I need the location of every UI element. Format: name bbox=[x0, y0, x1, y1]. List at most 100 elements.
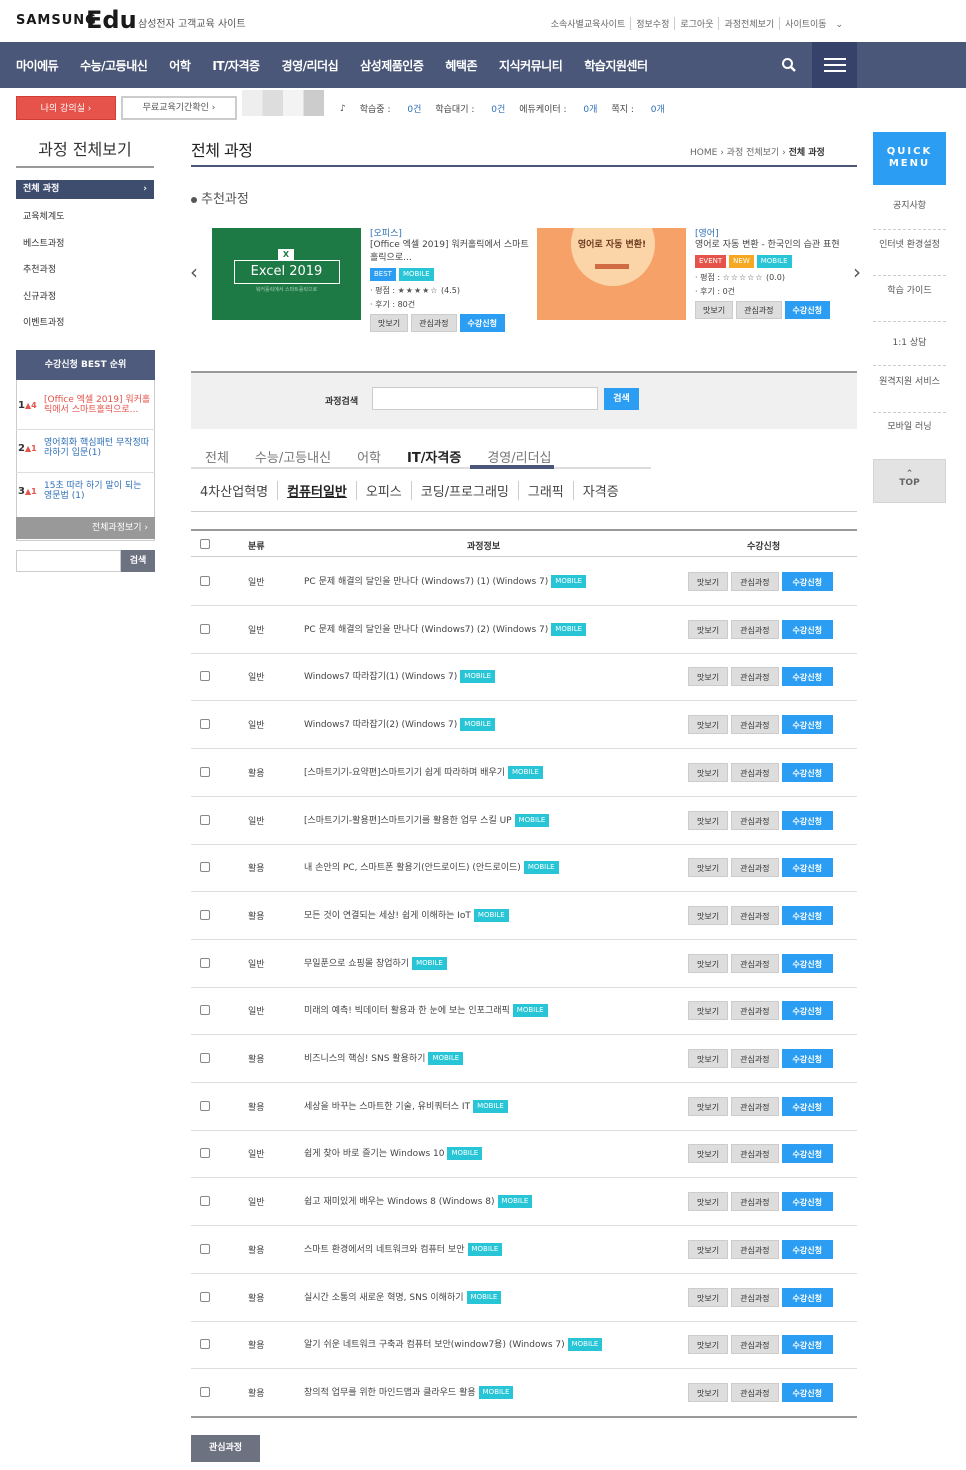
breadcrumb-home[interactable]: HOME bbox=[690, 148, 717, 158]
row-checkbox[interactable] bbox=[200, 671, 210, 682]
apply-button[interactable]: 수강신청 bbox=[781, 810, 833, 830]
gnb-sat[interactable]: 수능/고등내신 bbox=[80, 57, 148, 74]
util-link-site-move[interactable]: 사이트이동 ⌄ bbox=[779, 17, 848, 30]
row-course-title[interactable]: 무일푼으로 쇼핑몰 창업하기 MOBILE bbox=[304, 956, 450, 970]
wishlist-button[interactable]: 관심과정 bbox=[731, 1049, 779, 1068]
row-course-title[interactable]: Windows7 따라잡기(1) (Windows 7) MOBILE bbox=[304, 669, 498, 684]
row-checkbox[interactable] bbox=[200, 814, 210, 825]
apply-button[interactable]: 수강신청 bbox=[781, 953, 833, 973]
quick-env[interactable]: 인터넷 환경설정 bbox=[873, 240, 946, 276]
preview-button[interactable]: 맛보기 bbox=[688, 1049, 729, 1068]
row-checkbox[interactable] bbox=[200, 957, 210, 968]
course-thumbnail-excel[interactable]: X Excel 2019 워커홀릭에서 스마트홀릭으로 bbox=[212, 228, 361, 320]
lnb-item-all-courses[interactable]: 전체 과정 › bbox=[16, 180, 154, 199]
apply-button[interactable]: 수강신청 bbox=[781, 1335, 833, 1355]
quick-remote[interactable]: 원격지원 서비스 bbox=[873, 377, 946, 413]
gnb-community[interactable]: 지식커뮤니티 bbox=[499, 57, 563, 74]
quick-guide[interactable]: 학습 가이드 bbox=[873, 286, 946, 322]
tab-language[interactable]: 어학 bbox=[357, 447, 381, 466]
quick-consult[interactable]: 1:1 상담 bbox=[873, 338, 946, 366]
preview-button[interactable]: 맛보기 bbox=[688, 1001, 729, 1021]
count-studying[interactable]: 학습중 : 0건 bbox=[360, 102, 422, 115]
hamburger-icon[interactable] bbox=[812, 42, 857, 88]
row-checkbox[interactable] bbox=[200, 1148, 210, 1159]
gnb-support[interactable]: 학습지원센터 bbox=[584, 57, 648, 74]
preview-button[interactable]: 맛보기 bbox=[688, 762, 729, 782]
subtab-graphic[interactable]: 그래픽 bbox=[517, 481, 573, 500]
row-course-title[interactable]: Windows7 따라잡기(2) (Windows 7) MOBILE bbox=[304, 717, 498, 732]
tab-sat[interactable]: 수능/고등내신 bbox=[255, 447, 331, 466]
edu-logo[interactable]: Edu bbox=[86, 6, 137, 34]
preview-button[interactable]: 맛보기 bbox=[688, 1382, 729, 1402]
quick-notice[interactable]: 공지사항 bbox=[873, 201, 946, 230]
search-icon[interactable] bbox=[768, 42, 810, 88]
util-link-affiliate[interactable]: 소속사별교육사이트 bbox=[546, 17, 631, 30]
subtab-computer[interactable]: 컴퓨터일반 bbox=[277, 481, 356, 500]
wishlist-button[interactable]: 관심과정 bbox=[731, 619, 779, 639]
preview-button[interactable]: 맛보기 bbox=[695, 301, 734, 319]
add-wishlist-button[interactable]: 관심과정 bbox=[191, 1435, 260, 1462]
wishlist-button[interactable]: 관심과정 bbox=[731, 1001, 779, 1021]
apply-button[interactable]: 수강신청 bbox=[781, 1049, 833, 1068]
subtab-coding[interactable]: 코딩/프로그래밍 bbox=[410, 481, 518, 500]
apply-button[interactable]: 수강신청 bbox=[781, 762, 833, 782]
samsung-logo[interactable]: SAMSUNG bbox=[16, 13, 97, 28]
preview-button[interactable]: 맛보기 bbox=[688, 810, 729, 830]
select-all-checkbox[interactable] bbox=[200, 539, 210, 549]
apply-button[interactable]: 수강신청 bbox=[781, 572, 833, 591]
preview-button[interactable]: 맛보기 bbox=[688, 572, 729, 591]
util-link-logout[interactable]: 로그아웃 bbox=[674, 17, 718, 30]
apply-button[interactable]: 수강신청 bbox=[781, 667, 833, 687]
course-search-input[interactable] bbox=[372, 387, 598, 410]
breadcrumb-all[interactable]: 과정 전체보기 bbox=[727, 148, 780, 158]
preview-button[interactable]: 맛보기 bbox=[688, 1144, 729, 1164]
row-course-title[interactable]: 창의적 업무를 위한 마인드맵과 클라우드 활용 MOBILE bbox=[304, 1385, 516, 1399]
apply-button[interactable]: 수강신청 bbox=[781, 858, 833, 878]
count-message[interactable]: 쪽지 : 0개 bbox=[611, 102, 664, 115]
util-link-all-courses[interactable]: 과정전체보기 bbox=[718, 17, 779, 30]
wishlist-button[interactable]: 관심과정 bbox=[731, 905, 779, 925]
tab-it[interactable]: IT/자격증 bbox=[407, 447, 461, 466]
count-educator[interactable]: 에듀케이터 : 0개 bbox=[519, 102, 597, 115]
course-thumbnail-english[interactable]: 영어로 자동 변환! bbox=[537, 228, 686, 320]
row-checkbox[interactable] bbox=[200, 576, 210, 586]
apply-button[interactable]: 수강신청 bbox=[781, 1144, 833, 1164]
apply-button[interactable]: 수강신청 bbox=[781, 619, 833, 639]
preview-button[interactable]: 맛보기 bbox=[688, 858, 729, 878]
top-button[interactable]: ⌃ TOP bbox=[873, 459, 946, 503]
row-checkbox[interactable] bbox=[200, 766, 210, 777]
wishlist-button[interactable]: 관심과정 bbox=[411, 314, 457, 332]
row-checkbox[interactable] bbox=[200, 1100, 210, 1111]
lnb-item-new[interactable]: 신규과정 bbox=[23, 289, 56, 302]
preview-button[interactable]: 맛보기 bbox=[688, 1287, 729, 1307]
preview-button[interactable]: 맛보기 bbox=[688, 905, 729, 925]
gnb-management[interactable]: 경영/리더십 bbox=[282, 57, 339, 74]
tab-all[interactable]: 전체 bbox=[205, 447, 229, 466]
course-search-button[interactable]: 검색 bbox=[604, 388, 639, 410]
preview-button[interactable]: 맛보기 bbox=[688, 619, 729, 639]
row-checkbox[interactable] bbox=[200, 719, 210, 730]
row-checkbox[interactable] bbox=[200, 1196, 210, 1207]
apply-button[interactable]: 수강신청 bbox=[781, 1001, 833, 1021]
apply-button[interactable]: 수강신청 bbox=[781, 1096, 833, 1116]
lnb-item-event[interactable]: 이벤트과정 bbox=[23, 315, 64, 328]
preview-button[interactable]: 맛보기 bbox=[688, 1239, 729, 1259]
gnb-my-edu[interactable]: 마이에듀 bbox=[16, 57, 59, 74]
apply-button[interactable]: 수강신청 bbox=[781, 1382, 833, 1402]
row-course-title[interactable]: 알기 쉬운 네트워크 구축과 컴퓨터 보안(window7용) (Windows… bbox=[304, 1337, 605, 1352]
row-course-title[interactable]: 미래의 예측! 빅데이터 활용과 한 눈에 보는 인포그래픽 MOBILE bbox=[304, 1003, 551, 1018]
row-course-title[interactable]: PC 문제 해결의 달인을 만나다 (Windows7) (1) (Window… bbox=[304, 574, 589, 588]
wishlist-button[interactable]: 관심과정 bbox=[731, 1144, 779, 1164]
preview-button[interactable]: 맛보기 bbox=[688, 953, 729, 973]
preview-button[interactable]: 맛보기 bbox=[688, 1096, 729, 1116]
wishlist-button[interactable]: 관심과정 bbox=[731, 810, 779, 830]
card-title[interactable]: [Office 엑셀 2019] 워커홀릭에서 스마트홀릭으로... bbox=[370, 239, 532, 265]
wishlist-button[interactable]: 관심과정 bbox=[731, 953, 779, 973]
tab-management[interactable]: 경영/리더십 bbox=[487, 447, 551, 466]
row-course-title[interactable]: 비즈니스의 핵심! SNS 활용하기 MOBILE bbox=[304, 1051, 466, 1065]
wishlist-button[interactable]: 관심과정 bbox=[731, 1287, 779, 1307]
lnb-item-recommend[interactable]: 추천과정 bbox=[23, 262, 56, 275]
row-course-title[interactable]: [스마트기기-요약편]스마트기기 쉽게 따라하며 배우기 MOBILE bbox=[304, 765, 546, 779]
quick-mobile[interactable]: 모바일 러닝 bbox=[873, 422, 946, 456]
apply-button[interactable]: 수강신청 bbox=[459, 314, 505, 332]
